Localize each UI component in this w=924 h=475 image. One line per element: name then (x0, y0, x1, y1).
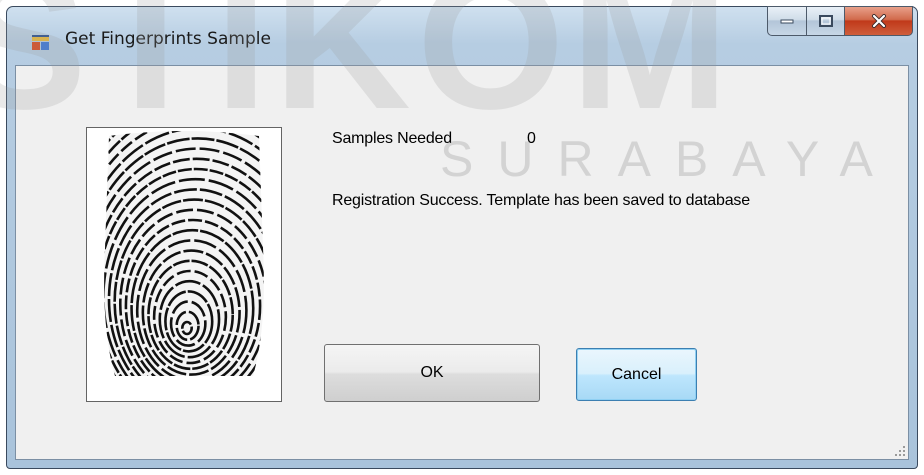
title-bar[interactable]: Get Fingerprints Sample (7, 6, 917, 65)
minimize-button[interactable] (767, 6, 806, 36)
fingerprint-image-box (86, 127, 282, 402)
dialog-client-area: Samples Needed 0 Registration Success. T… (15, 65, 909, 460)
resize-grip-icon[interactable] (894, 445, 906, 457)
close-icon (871, 14, 886, 28)
minimize-icon (780, 19, 794, 24)
maximize-icon (818, 15, 833, 27)
window-controls (767, 6, 913, 39)
status-message: Registration Success. Template has been … (332, 192, 750, 209)
window-title: Get Fingerprints Sample (65, 29, 271, 49)
close-button[interactable] (845, 6, 913, 36)
ok-button[interactable]: OK (324, 344, 540, 402)
app-window-icon (32, 35, 49, 50)
fingerprint-image (104, 131, 264, 376)
samples-needed-label: Samples Needed (332, 130, 452, 147)
cancel-button[interactable]: Cancel (576, 348, 697, 401)
maximize-button[interactable] (806, 6, 845, 36)
dialog-window: Get Fingerprints Sample Samples Needed 0… (6, 6, 918, 469)
samples-needed-value: 0 (527, 130, 536, 147)
